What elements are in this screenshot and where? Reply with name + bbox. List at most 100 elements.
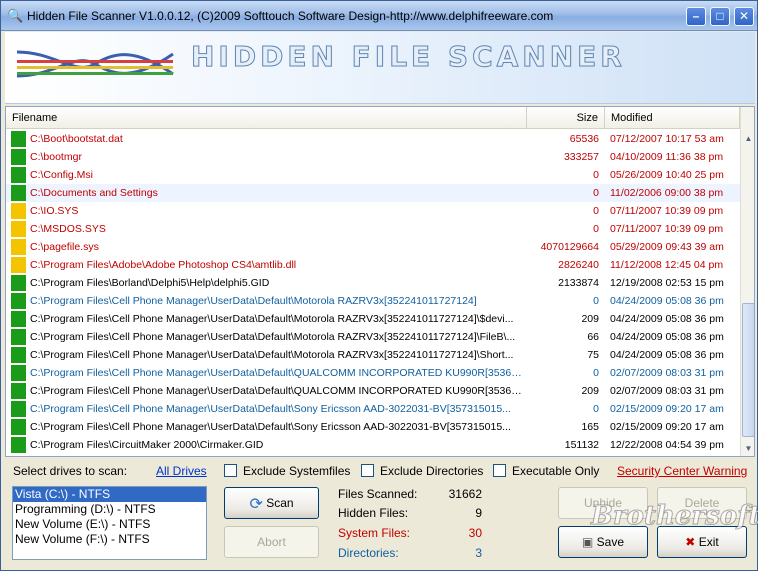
green-marker-icon [11,293,26,309]
green-marker-icon [11,311,26,327]
cell-size: 0 [593,169,599,181]
vertical-scrollbar[interactable]: ▲ ▼ [740,107,754,456]
green-marker-icon [11,347,26,363]
abort-button[interactable]: Abort [224,526,319,558]
cell-modified: 02/15/2009 09:20 17 am [610,421,724,433]
title-bar[interactable]: 🔍 Hidden File Scanner V1.0.0.12, (C)2009… [1,1,757,31]
cell-filename: C:\Boot\bootstat.dat [30,133,123,145]
green-marker-icon [11,401,26,417]
cell-filename: C:\Program Files\Cell Phone Manager\User… [30,385,524,397]
column-header-modified[interactable]: Modified [605,107,740,129]
cell-filename: C:\IO.SYS [30,205,79,217]
table-row[interactable]: C:\Program Files\Cell Phone Manager\User… [6,310,740,328]
table-row[interactable]: C:\Program Files\Cell Phone Manager\User… [6,346,740,364]
table-row[interactable]: C:\Program Files\Adobe\Adobe Photoshop C… [6,256,740,274]
directories-label: Directories: [338,546,399,560]
close-button[interactable]: ✕ [734,7,754,26]
cell-filename: C:\Documents and Settings [30,187,158,199]
checkbox-icon[interactable] [493,464,506,477]
cell-modified: 12/19/2008 02:53 15 pm [610,277,724,289]
files-scanned-label: Files Scanned: [338,487,418,501]
table-row[interactable]: C:\Program Files\Cell Phone Manager\User… [6,292,740,310]
maximize-button[interactable]: □ [710,7,730,26]
list-header: Filename Size Modified [6,107,740,129]
table-row[interactable]: C:\Program Files\Cell Phone Manager\User… [6,418,740,436]
table-row[interactable]: C:\Program Files\Cell Phone Manager\User… [6,400,740,418]
green-marker-icon [11,383,26,399]
table-row[interactable]: C:\Config.Msi 0 05/26/2009 10:40 25 pm [6,166,740,184]
refresh-icon: ⟳ [249,496,263,513]
checkbox-icon[interactable] [361,464,374,477]
drive-item[interactable]: New Volume (F:\) - NTFS [13,532,206,547]
table-row[interactable]: C:\Boot\bootstat.dat 65536 07/12/2007 10:1… [6,130,740,148]
file-list[interactable]: Filename Size Modified C:\Boot\bootstat.… [5,106,755,457]
green-marker-icon [11,131,26,147]
cell-filename: C:\bootmgr [30,151,82,163]
cell-size: 65536 [569,133,599,145]
table-row[interactable]: C:\Program Files\Cell Phone Manager\User… [6,364,740,382]
hidden-files-value: 9 [475,506,482,520]
cell-size: 209 [581,313,599,325]
executable-only-checkbox[interactable]: Executable Only [493,464,599,478]
app-window: 🔍 Hidden File Scanner V1.0.0.12, (C)2009… [0,0,758,571]
table-row[interactable]: C:\Program Files\Cell Phone Manager\User… [6,328,740,346]
cell-filename: C:\Program Files\Cell Phone Manager\User… [30,349,514,361]
cell-modified: 02/15/2009 09:20 17 am [610,403,724,415]
cell-filename: C:\Program Files\Cell Phone Manager\User… [30,331,516,343]
cell-modified: 11/02/2006 09:00 38 pm [610,187,724,199]
green-marker-icon [11,275,26,291]
yellow-marker-icon [11,257,26,273]
cell-filename: C:\Program Files\Cell Phone Manager\User… [30,403,511,415]
scan-button[interactable]: ⟳ Scan [224,487,319,519]
cell-size: 0 [593,403,599,415]
cell-modified: 02/07/2009 08:03 31 pm [610,367,724,379]
column-header-size[interactable]: Size [527,107,605,129]
table-row[interactable]: C:\IO.SYS 0 07/11/2007 10:39 09 pm [6,202,740,220]
cell-filename: C:\Program Files\Cell Phone Manager\User… [30,367,524,379]
minimize-button[interactable]: – [686,7,706,26]
cell-filename: C:\Program Files\Cell Phone Manager\User… [30,295,477,307]
files-scanned-value: 31662 [448,487,482,501]
scroll-down-icon[interactable]: ▼ [741,441,754,456]
drive-item[interactable]: Vista (C:\) - NTFS [13,487,206,502]
cell-filename: C:\MSDOS.SYS [30,223,106,235]
table-row[interactable]: C:\Documents and Settings 0 11/02/2006 09:… [6,184,740,202]
checkbox-icon[interactable] [224,464,237,477]
green-marker-icon [11,149,26,165]
scroll-thumb[interactable] [742,303,754,437]
drive-item[interactable]: New Volume (E:\) - NTFS [13,517,206,532]
drive-item[interactable]: Programming (D:\) - NTFS [13,502,206,517]
cell-modified: 07/12/2007 10:17 53 am [610,133,724,145]
table-row[interactable]: C:\MSDOS.SYS 0 07/11/2007 10:39 09 pm [6,220,740,238]
cell-size: 165 [581,421,599,433]
exclude-systemfiles-checkbox[interactable]: Exclude Systemfiles [224,464,350,478]
cell-modified: 04/24/2009 05:08 36 pm [610,331,724,343]
yellow-marker-icon [11,239,26,255]
table-row[interactable]: C:\pagefile.sys 4070129664 05/29/2009 09:4… [6,238,740,256]
cell-modified: 07/11/2007 10:39 09 pm [610,223,724,235]
table-row[interactable]: C:\Program Files\CircuitMaker 2000\Cirma… [6,436,740,454]
cell-modified: 11/12/2008 12:45 04 pm [610,259,724,271]
cell-filename: C:\Program Files\Adobe\Adobe Photoshop C… [30,259,297,271]
table-row[interactable]: C:\Program Files\Borland\Delphi5\Help\de… [6,274,740,292]
all-drives-link[interactable]: All Drives [156,464,207,478]
cell-modified: 07/11/2007 10:39 09 pm [610,205,724,217]
table-row[interactable]: C:\Program Files\Cell Phone Manager\User… [6,382,740,400]
yellow-marker-icon [11,203,26,219]
green-marker-icon [11,185,26,201]
green-marker-icon [11,329,26,345]
security-center-warning-link[interactable]: Security Center Warning [617,464,747,478]
drive-listbox[interactable]: Vista (C:\) - NTFS Programming (D:\) - NT… [12,486,207,560]
column-header-filename[interactable]: Filename [6,107,527,129]
green-marker-icon [11,419,26,435]
cell-modified: 05/26/2009 10:40 25 pm [610,169,724,181]
directories-value: 3 [475,546,482,560]
table-row[interactable]: C:\bootmgr 333257 04/10/2009 11:36 38 pm [6,148,740,166]
cell-filename: C:\Program Files\CircuitMaker 2000\Cirma… [30,439,264,451]
exclude-directories-checkbox[interactable]: Exclude Directories [361,464,483,478]
cell-size: 2133874 [558,277,599,289]
scroll-up-icon[interactable]: ▲ [741,131,754,146]
cell-filename: C:\pagefile.sys [30,241,99,253]
save-disk-icon: ▣ [581,535,594,549]
cell-size: 0 [593,187,599,199]
